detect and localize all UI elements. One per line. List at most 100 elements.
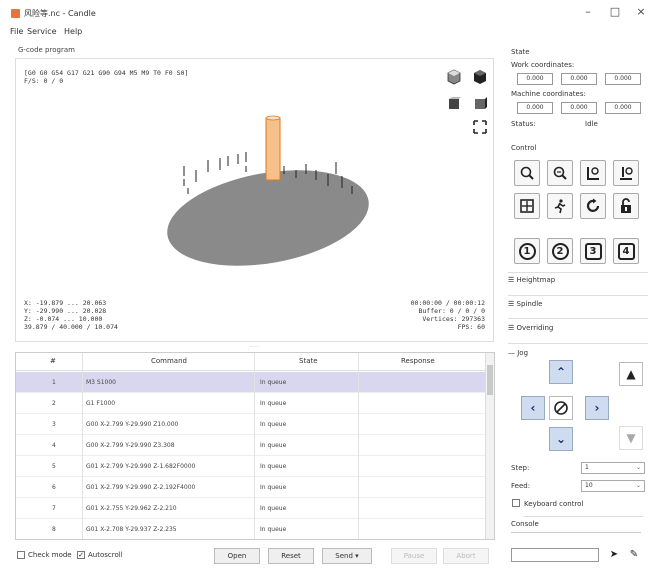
autoscroll-checkbox[interactable]: ✓	[77, 551, 85, 559]
user-command-3-label: 3	[584, 242, 602, 260]
divider	[523, 516, 643, 517]
user-command-4-button[interactable]: 4	[613, 238, 639, 264]
overriding-section[interactable]: ☰ Overriding	[508, 324, 553, 332]
row-command: G00 X-2.799 Y-29.990 Z10.000	[86, 421, 179, 428]
step-select[interactable]: 1 ⌄	[581, 462, 645, 474]
table-row[interactable]: 8 G01 X-2.708 Y-29.937 Z-2.235 In queue	[16, 519, 486, 539]
overriding-label: Overriding	[516, 324, 554, 332]
jog-y-plus-button[interactable]: ⌃	[549, 360, 573, 384]
close-button[interactable]: ×	[631, 4, 651, 20]
header-num[interactable]: #	[50, 357, 56, 365]
console-input[interactable]	[511, 548, 599, 562]
machine-z-field[interactable]: 0.000	[605, 102, 641, 114]
table-row[interactable]: 4 G00 X-2.799 Y-29.990 Z3.308 In queue	[16, 435, 486, 456]
pause-button[interactable]: Pause	[391, 548, 437, 564]
heightmap-label: Heightmap	[516, 276, 556, 284]
view-front-icon[interactable]	[446, 95, 462, 111]
header-state[interactable]: State	[299, 357, 318, 365]
splitter-handle[interactable]: ⋯⋯	[15, 343, 494, 351]
table-row[interactable]: 5 G01 X-2.799 Y-29.990 Z-1.682F0000 In que…	[16, 456, 486, 477]
view-iso-icon[interactable]	[446, 69, 462, 85]
menu-file[interactable]: File	[10, 27, 23, 36]
minimize-button[interactable]: –	[578, 4, 598, 20]
table-row[interactable]: 2 G1 F1000 In queue	[16, 393, 486, 414]
jog-z-plus-button[interactable]: ▲	[619, 362, 643, 386]
user-command-2-button[interactable]: 2	[547, 238, 573, 264]
size-info: 39.879 / 40.000 / 10.074	[24, 323, 118, 331]
feed-spindle-info: F/S: 0 / 0	[24, 77, 64, 85]
table-row[interactable]: 7 G01 X-2.755 Y-29.962 Z-2.210 In queue	[16, 498, 486, 519]
view-top-icon[interactable]	[472, 69, 488, 85]
reset-button[interactable]: Reset	[268, 548, 314, 564]
menu-help[interactable]: Help	[64, 27, 82, 36]
header-response[interactable]: Response	[401, 357, 435, 365]
user-command-3-button[interactable]: 3	[580, 238, 606, 264]
scrollbar-thumb[interactable]	[487, 365, 493, 395]
jog-x-minus-button[interactable]: ‹	[521, 396, 545, 420]
control-title: Control	[511, 144, 537, 152]
reset-icon[interactable]	[580, 193, 606, 219]
run-icon[interactable]	[547, 193, 573, 219]
divider	[508, 272, 648, 273]
x-range: X: -19.879 ... 20.063	[24, 299, 107, 307]
feed-value: 10	[585, 482, 593, 489]
send-button[interactable]: Send ▾	[322, 548, 372, 564]
autoscroll-label: Autoscroll	[88, 551, 123, 559]
open-button[interactable]: Open	[214, 548, 260, 564]
view-left-icon[interactable]	[472, 95, 488, 111]
visualizer-viewport[interactable]: [G0 G0 G54 G17 G21 G90 G94 M5 M9 T0 F0 S…	[15, 58, 494, 342]
row-number: 2	[52, 400, 56, 407]
work-y-field[interactable]: 0.000	[561, 73, 597, 85]
jog-section[interactable]: — Jog	[508, 349, 528, 357]
header-command[interactable]: Command	[151, 357, 187, 365]
buffer-info: Buffer: 0 / 0 / 0	[418, 307, 485, 315]
feed-select[interactable]: 10 ⌄	[581, 480, 645, 492]
chevron-right-icon: ›	[594, 401, 600, 415]
check-mode-checkbox[interactable]	[17, 551, 25, 559]
tool-marker	[265, 115, 281, 181]
jog-stop-button[interactable]	[549, 396, 573, 420]
clear-console-icon[interactable]: ✎	[627, 548, 641, 562]
table-row[interactable]: 6 G01 X-2.799 Y-29.990 Z-2.192F4000 In que…	[16, 477, 486, 498]
fit-view-icon[interactable]	[472, 119, 488, 135]
table-header: # Command State Response	[16, 353, 486, 371]
visualizer-info-top: [G0 G0 G54 G17 G21 G90 G94 M5 M9 T0 F0 S…	[24, 69, 188, 85]
menu-service[interactable]: Service	[27, 27, 57, 36]
table-row[interactable]: 1 M3 S1000 In queue	[16, 372, 486, 393]
console-output[interactable]	[511, 532, 641, 540]
zoom-out-icon[interactable]	[547, 160, 573, 186]
right-panel: State Work coordinates: 0.000 0.000 0.00…	[503, 42, 653, 572]
keyboard-control-checkbox[interactable]	[512, 499, 520, 507]
collapse-icon: —	[508, 349, 518, 357]
zero-xy-icon[interactable]	[580, 160, 606, 186]
send-label: Send	[335, 552, 353, 560]
zoom-in-icon[interactable]	[514, 160, 540, 186]
work-z-field[interactable]: 0.000	[605, 73, 641, 85]
y-range: Y: -29.990 ... 20.028	[24, 307, 107, 315]
safe-position-icon[interactable]	[514, 193, 540, 219]
jog-y-minus-button[interactable]: ⌄	[549, 427, 573, 451]
row-number: 3	[52, 421, 56, 428]
jog-x-plus-button[interactable]: ›	[585, 396, 609, 420]
user-command-1-button[interactable]: 1	[514, 238, 540, 264]
elapsed-time: 00:00:00 / 00:00:12	[410, 299, 485, 307]
row-command: G01 X-2.708 Y-29.937 Z-2.235	[86, 526, 177, 533]
send-dropdown-icon[interactable]: ▾	[355, 552, 359, 560]
heightmap-section[interactable]: ☰ Heightmap	[508, 276, 555, 284]
unlock-icon[interactable]	[613, 193, 639, 219]
send-command-icon[interactable]: ➤	[607, 548, 621, 562]
machine-x-field[interactable]: 0.000	[517, 102, 553, 114]
menu-icon: ☰	[508, 324, 517, 332]
jog-z-minus-button[interactable]: ▼	[619, 426, 643, 450]
work-x-field[interactable]: 0.000	[517, 73, 553, 85]
row-state: In queue	[260, 421, 287, 428]
zero-z-icon[interactable]	[613, 160, 639, 186]
status-label: Status:	[511, 120, 536, 128]
row-number: 4	[52, 442, 56, 449]
table-row[interactable]: 3 G00 X-2.799 Y-29.990 Z10.000 In queue	[16, 414, 486, 435]
machine-y-field[interactable]: 0.000	[561, 102, 597, 114]
abort-button[interactable]: Abort	[443, 548, 489, 564]
maximize-button[interactable]: □	[605, 4, 625, 20]
spindle-section[interactable]: ☰ Spindle	[508, 300, 542, 308]
table-scrollbar[interactable]	[485, 353, 494, 539]
